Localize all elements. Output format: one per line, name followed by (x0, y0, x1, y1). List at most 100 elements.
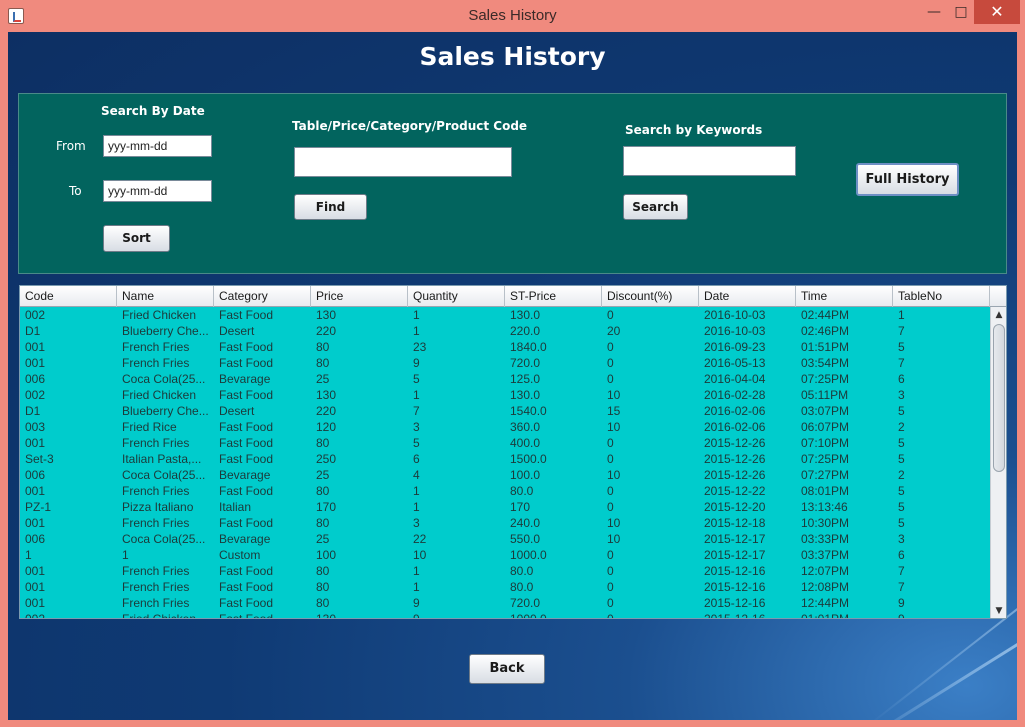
table-cell: 07:10PM (801, 436, 850, 450)
table-cell: Bevarage (219, 372, 271, 386)
keywords-input[interactable] (623, 146, 796, 176)
table-body[interactable]: 002 Fried Chicken Fast Food 130 1 130.0 0 2016-… (20, 307, 990, 619)
sort-button[interactable]: Sort (103, 225, 170, 252)
column-header-time[interactable]: Time (796, 286, 893, 307)
table-row[interactable]: 1 1 Custom 100 10 1000.0 0 2015-12-17 03:37PM 6 (20, 547, 990, 563)
table-row[interactable]: 001 French Fries Fast Food 80 9 720.0 0 2016-05… (20, 355, 990, 371)
table-cell: 100.0 (510, 468, 541, 482)
table-cell: 2015-12-16 (704, 612, 766, 619)
table-row[interactable]: 001 French Fries Fast Food 80 1 80.0 0 2015-12-… (20, 483, 990, 499)
search-panel: Search By Date From yyy-mm-dd To yyy-mm-… (18, 93, 1007, 274)
table-row[interactable]: D1 Blueberry Che... Desert 220 7 1540.0 15 2016… (20, 403, 990, 419)
table-cell: 80 (316, 484, 330, 498)
table-row[interactable]: 002 Fried Chicken Fast Food 130 1 130.0 0 2016-… (20, 307, 990, 323)
column-header-code[interactable]: Code (20, 286, 117, 307)
table-cell: 5 (413, 372, 420, 386)
column-header-category[interactable]: Category (214, 286, 311, 307)
table-cell: 03:37PM (801, 548, 850, 562)
back-button[interactable]: Back (469, 654, 545, 684)
table-row[interactable]: 001 French Fries Fast Food 80 23 1840.0 0 2016-… (20, 339, 990, 355)
table-cell: 0 (607, 372, 614, 386)
table-cell: 130 (316, 308, 337, 322)
table-row[interactable]: 001 French Fries Fast Food 80 3 240.0 10 2015-1… (20, 515, 990, 531)
table-row[interactable]: 001 French Fries Fast Food 80 5 400.0 0 2015-12… (20, 435, 990, 451)
column-header-name[interactable]: Name (117, 286, 214, 307)
table-row[interactable]: D1 Blueberry Che... Desert 220 1 220.0 20 2016-… (20, 323, 990, 339)
table-row[interactable]: 001 French Fries Fast Food 80 1 80.0 0 2015-12-… (20, 563, 990, 579)
column-header-tableno[interactable]: TableNo (893, 286, 990, 307)
table-cell: 3 (413, 516, 420, 530)
table-cell: 550.0 (510, 532, 541, 546)
search-keywords-label: Search by Keywords (625, 123, 763, 137)
table-row[interactable]: 006 Coca Cola(25... Bevarage 25 5 125.0 0 2016-… (20, 371, 990, 387)
table-cell: 07:27PM (801, 468, 850, 482)
search-button[interactable]: Search (623, 194, 688, 220)
table-cell: 5 (898, 436, 905, 450)
table-cell: 80 (316, 596, 330, 610)
close-icon[interactable]: ✕ (974, 0, 1020, 24)
table-row[interactable]: PZ-1 Pizza Italiano Italian 170 1 170 0 2015-12… (20, 499, 990, 515)
table-cell: 3 (413, 420, 420, 434)
table-cell: 720.0 (510, 356, 541, 370)
table-cell: 0 (607, 612, 614, 619)
maximize-icon[interactable]: □ (948, 0, 974, 24)
column-header-st-price[interactable]: ST-Price (505, 286, 602, 307)
to-date-field[interactable]: yyy-mm-dd (103, 180, 212, 202)
table-cell: 2016-09-23 (704, 340, 766, 354)
vertical-scrollbar[interactable]: ▲ ▼ (990, 307, 1006, 618)
table-cell: Coca Cola(25... (122, 532, 206, 546)
column-header-quantity[interactable]: Quantity (408, 286, 505, 307)
table-cell: 2016-02-06 (704, 420, 766, 434)
scroll-down-icon[interactable]: ▼ (991, 603, 1006, 618)
table-cell: Set-3 (25, 452, 54, 466)
table-cell: 1 (25, 548, 32, 562)
table-cell: 400.0 (510, 436, 541, 450)
table-cell: 001 (25, 564, 46, 578)
full-history-button[interactable]: Full History (856, 163, 959, 196)
minimize-icon[interactable]: — (920, 0, 948, 24)
table-cell: 250 (316, 452, 337, 466)
main-content: Sales History Search By Date From yyy-mm… (8, 32, 1017, 720)
table-row[interactable]: Set-3 Italian Pasta,... Fast Food 250 6 1500.… (20, 451, 990, 467)
table-cell: French Fries (122, 596, 190, 610)
table-cell: 220.0 (510, 324, 541, 338)
code-search-input[interactable] (294, 147, 512, 177)
table-cell: Fried Chicken (122, 388, 197, 402)
table-cell: Fast Food (219, 356, 274, 370)
table-cell: Fried Chicken (122, 308, 197, 322)
scrollbar-thumb[interactable] (993, 324, 1005, 472)
table-row[interactable]: 001 French Fries Fast Food 80 9 720.0 0 2015-12… (20, 595, 990, 611)
table-row[interactable]: 006 Coca Cola(25... Bevarage 25 4 100.0 10 2015… (20, 467, 990, 483)
search-by-date-label: Search By Date (101, 104, 205, 118)
table-cell: Italian (219, 500, 252, 514)
table-cell: 10 (607, 516, 621, 530)
column-header-discount[interactable]: Discount(%) (602, 286, 699, 307)
table-row[interactable]: 003 Fried Rice Fast Food 120 3 360.0 10 2016-02… (20, 419, 990, 435)
table-row[interactable]: 002 Fried Chicken Fast Food 130 9 1000.0 0 2015… (20, 611, 990, 619)
table-cell: 1540.0 (510, 404, 547, 418)
sales-table[interactable]: Code Name Category Price Quantity ST-Price Dis… (19, 285, 1007, 619)
table-cell: 0 (607, 356, 614, 370)
table-cell: 220 (316, 404, 337, 418)
table-cell: 03:33PM (801, 532, 850, 546)
table-row[interactable]: 002 Fried Chicken Fast Food 130 1 130.0 10 2016… (20, 387, 990, 403)
scroll-up-icon[interactable]: ▲ (991, 307, 1006, 323)
table-cell: 02:44PM (801, 308, 850, 322)
column-header-price[interactable]: Price (311, 286, 408, 307)
find-button[interactable]: Find (294, 194, 367, 220)
table-row[interactable]: 006 Coca Cola(25... Bevarage 25 22 550.0 10 201… (20, 531, 990, 547)
table-cell: Blueberry Che... (122, 324, 209, 338)
table-cell: D1 (25, 404, 41, 418)
table-cell: Fast Food (219, 596, 274, 610)
column-header-date[interactable]: Date (699, 286, 796, 307)
table-cell: 2016-02-28 (704, 388, 766, 402)
table-cell: 2016-05-13 (704, 356, 766, 370)
table-cell: French Fries (122, 436, 190, 450)
table-row[interactable]: 001 French Fries Fast Food 80 1 80.0 0 2015-12-… (20, 579, 990, 595)
table-cell: 3 (898, 388, 905, 402)
table-cell: Fast Food (219, 340, 274, 354)
table-cell: 80 (316, 340, 330, 354)
table-cell: French Fries (122, 516, 190, 530)
from-date-field[interactable]: yyy-mm-dd (103, 135, 212, 157)
table-cell: 25 (316, 532, 330, 546)
